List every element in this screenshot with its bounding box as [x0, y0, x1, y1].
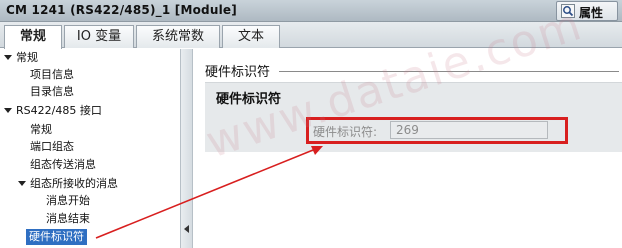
tree-item-catalog-info[interactable]: 目录信息	[30, 84, 74, 100]
group-title: 硬件标识符	[216, 92, 282, 107]
expand-arrow-icon[interactable]	[18, 181, 26, 186]
tree-item-general[interactable]: 常规	[16, 50, 38, 66]
tab-texts[interactable]: 文本	[222, 25, 280, 48]
content-panel: 硬件标识符 硬件标识符 硬件标识符: 269	[193, 49, 622, 248]
title-bar: CM 1241 (RS422/485)_1 [Module] 属性	[0, 0, 622, 22]
collapse-left-icon[interactable]	[184, 225, 189, 233]
section-title: 硬件标识符	[205, 65, 271, 80]
tree-item-interface-general[interactable]: 常规	[30, 122, 52, 138]
tree-item-transmit-config[interactable]: 组态传送消息	[30, 157, 96, 173]
tree-item-hardware-identifier[interactable]: 硬件标识符	[26, 229, 87, 245]
tab-system-constants[interactable]: 系统常数	[136, 25, 220, 48]
tree-item-message-start[interactable]: 消息开始	[46, 193, 90, 209]
tab-strip: 常规 IO 变量 系统常数 文本	[0, 22, 622, 49]
tree-item-receive-config[interactable]: 组态所接收的消息	[30, 176, 118, 192]
properties-icon	[561, 4, 575, 18]
tab-general[interactable]: 常规	[4, 25, 62, 49]
navigation-tree: 常规 项目信息 目录信息 RS422/485 接口 常规 端口组态 组态传送消息…	[0, 49, 180, 248]
expand-arrow-icon[interactable]	[4, 55, 12, 60]
tree-item-rs422-interface[interactable]: RS422/485 接口	[16, 103, 102, 119]
tree-item-message-end[interactable]: 消息结束	[46, 211, 90, 227]
properties-button[interactable]: 属性	[556, 1, 618, 21]
tree-item-project-info[interactable]: 项目信息	[30, 67, 74, 83]
tree-item-port-config[interactable]: 端口组态	[30, 139, 74, 155]
window-title: CM 1241 (RS422/485)_1 [Module]	[6, 3, 237, 17]
tab-io-tags[interactable]: IO 变量	[64, 25, 134, 48]
panel-splitter[interactable]	[180, 49, 193, 248]
expand-arrow-icon[interactable]	[4, 108, 12, 113]
highlight-box	[306, 117, 568, 144]
properties-label: 属性	[579, 6, 604, 20]
section-divider	[279, 71, 619, 72]
